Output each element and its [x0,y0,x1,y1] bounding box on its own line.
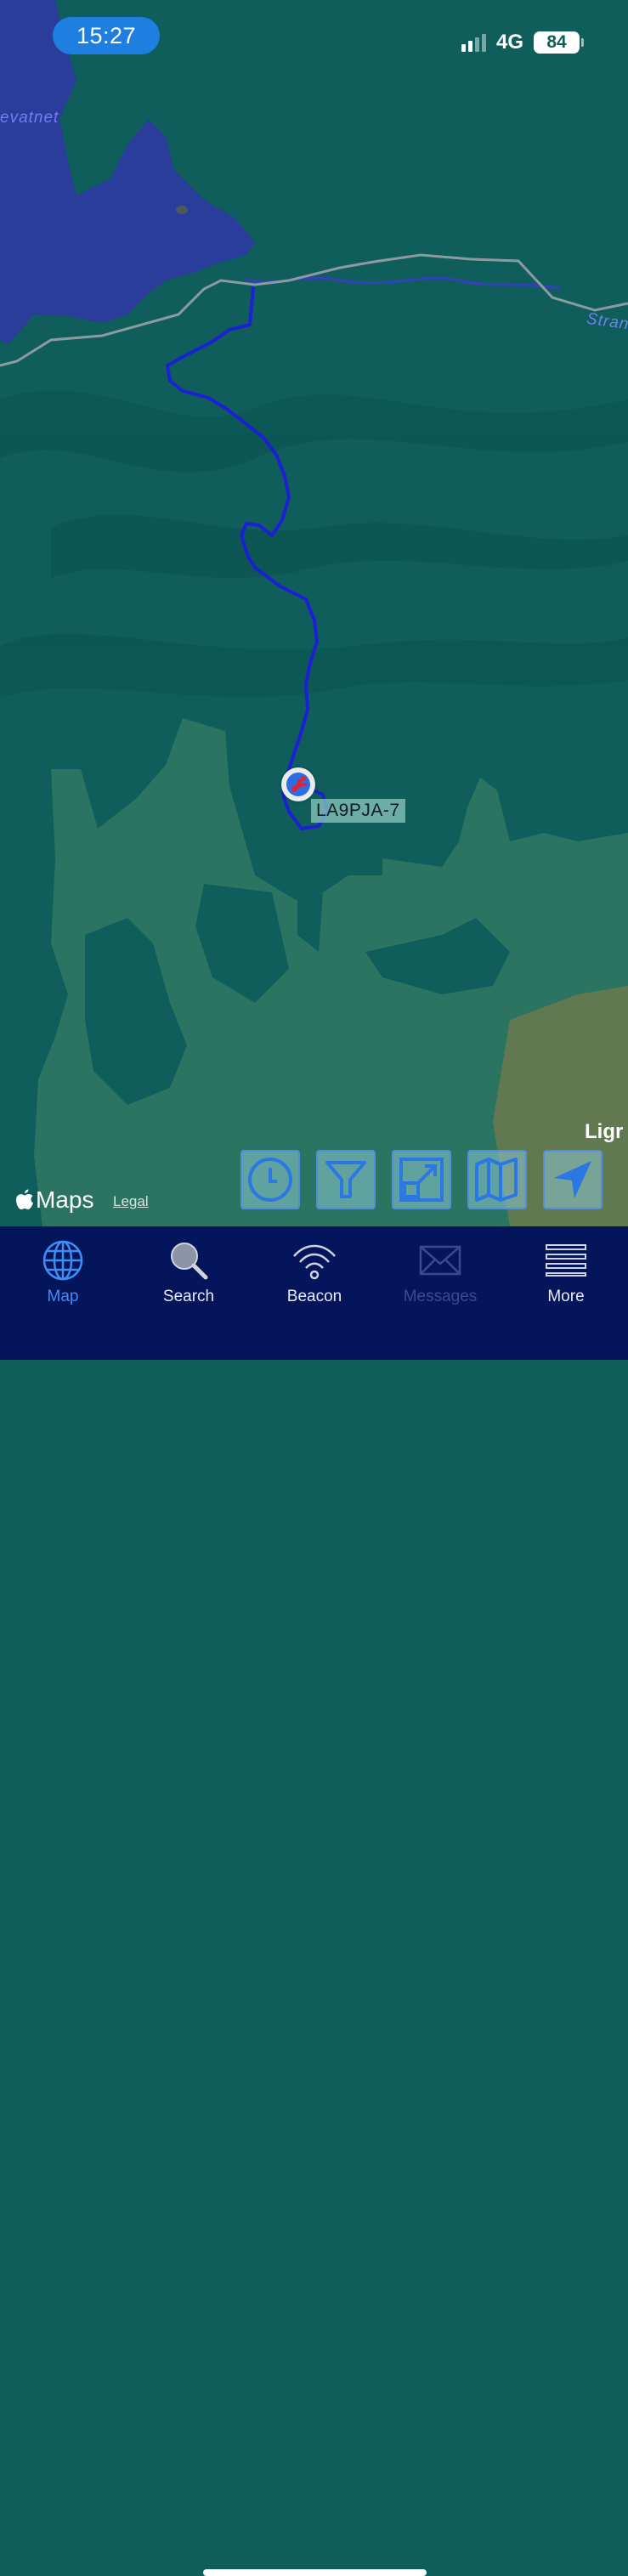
home-indicator[interactable] [203,2569,427,2576]
tab-bar: Map Search Beacon Messages More [0,1226,628,2576]
map-type-icon [475,1158,518,1202]
locate-arrow-icon [554,1161,591,1198]
tab-messages-label: Messages [403,1288,478,1305]
tab-messages[interactable]: Messages [377,1226,503,1320]
map-label-lake: evatnet [0,109,59,127]
history-clock-icon [248,1158,292,1202]
search-icon [171,1243,208,1280]
cellular-signal-icon [461,33,486,52]
locate-button[interactable] [543,1150,603,1209]
battery-icon: 84 [534,31,580,54]
map-label-town: Ligr [585,1120,624,1143]
tab-beacon-label: Beacon [286,1288,342,1305]
tab-beacon[interactable]: Beacon [252,1226,377,1320]
network-type: 4G [495,31,523,54]
status-time[interactable]: 15:27 [53,17,160,54]
map-type-button[interactable] [467,1150,527,1209]
tab-more-label: More [547,1288,585,1305]
globe-icon [42,1240,83,1281]
apple-maps-logo: Maps [15,1186,93,1214]
beacon-wifi-icon [293,1244,336,1280]
more-menu-icon [546,1244,586,1277]
zoom-fit-button[interactable] [392,1150,451,1209]
status-indicators: 4G 84 [461,31,584,54]
map-canvas[interactable] [0,0,628,1226]
filter-button[interactable] [316,1150,376,1209]
tab-more[interactable]: More [503,1226,628,1320]
battery-cap [581,38,584,47]
station-callsign-label[interactable]: LA9PJA-7 [311,799,405,823]
envelope-icon [419,1245,461,1276]
tab-map[interactable]: Map [0,1226,126,1320]
tab-search-label: Search [162,1288,215,1305]
tab-search[interactable]: Search [126,1226,252,1320]
legal-link[interactable]: Legal [113,1193,149,1210]
maps-provider-label: Maps [36,1186,94,1213]
red-skydiver-icon [286,773,310,796]
history-button[interactable] [240,1150,300,1209]
station-marker[interactable] [281,767,315,801]
map-toolbar [240,1150,603,1209]
filter-funnel-icon [325,1161,366,1198]
map-view[interactable]: evatnet Stran Ligr LA9PJA-7 Maps Legal [0,0,628,1226]
apple-icon [16,1189,33,1209]
tab-map-label: Map [47,1288,79,1305]
zoom-fit-icon [399,1158,444,1202]
